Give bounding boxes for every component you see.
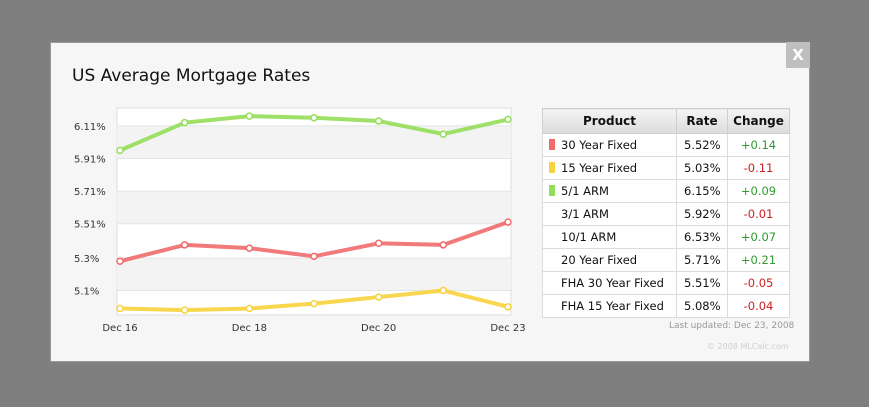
mortgage-rates-dialog: US Average Mortgage Rates 5.1% 5.3% 5.51% 5… [50,42,810,362]
header-rate: Rate [676,108,728,134]
x-tick-label: Dec 23 [490,323,525,334]
change-cell: +0.07 [727,225,790,249]
legend-swatch [549,162,555,173]
data-point [116,257,124,265]
legend-swatch [549,207,555,218]
change-cell: -0.05 [727,271,790,295]
y-tick-label: 5.1% [74,287,99,298]
change-cell: -0.01 [727,202,790,226]
product-cell: 20 Year Fixed [542,248,677,272]
data-point [310,299,318,308]
data-point [439,241,448,249]
data-point [504,303,512,311]
table-header-row: Product Rate Change [542,108,790,134]
data-point [374,239,383,248]
product-label: 30 Year Fixed [561,138,638,152]
data-point [310,114,318,122]
data-point [310,252,318,261]
rates-table: Product Rate Change 30 Year Fixed 5.52% +0… [542,108,790,318]
rate-cell: 5.08% [676,294,728,318]
product-cell: 3/1 ARM [542,202,677,226]
rates-chart-svg: 5.1% 5.3% 5.51% 5.71% 5.91% 6.11% Dec 16 Dec 18… [74,107,526,334]
table-row: 3/1 ARM 5.92% -0.01 [542,202,790,226]
rate-cell: 5.71% [676,248,728,272]
legend-swatch [549,139,555,150]
rate-cell: 6.53% [676,225,728,249]
product-label: FHA 30 Year Fixed [561,276,664,290]
product-cell: 15 Year Fixed [542,156,677,180]
data-point [245,112,254,120]
data-point [439,286,448,295]
x-tick-label: Dec 16 [102,323,137,334]
data-point [116,304,124,313]
data-point [374,117,383,125]
product-cell: 5/1 ARM [542,179,677,203]
data-point [374,293,383,301]
rate-cell: 5.03% [676,156,728,180]
legend-swatch [549,276,555,287]
table-row: 5/1 ARM 6.15% +0.09 [542,179,790,203]
product-cell: 10/1 ARM [542,225,677,249]
product-cell: FHA 15 Year Fixed [542,294,677,318]
table-row: FHA 15 Year Fixed 5.08% -0.04 [542,294,790,318]
change-cell: +0.14 [727,133,790,157]
grid-band [117,257,511,291]
product-cell: FHA 30 Year Fixed [542,271,677,295]
change-cell: -0.11 [727,156,790,180]
legend-swatch [549,185,555,196]
table-row: 30 Year Fixed 5.52% +0.14 [542,133,790,157]
table-row: 10/1 ARM 6.53% +0.07 [542,225,790,249]
grid-band [117,191,511,224]
header-product: Product [542,108,677,134]
y-tick-label: 5.51% [74,220,106,231]
data-point [245,244,254,252]
close-button[interactable]: X [786,42,810,68]
change-cell: +0.21 [727,248,790,272]
y-tick-label: 6.11% [74,122,106,133]
data-point [439,130,448,138]
product-label: FHA 15 Year Fixed [561,299,664,313]
table-row: 15 Year Fixed 5.03% -0.11 [542,156,790,180]
data-point [504,115,512,124]
data-point [116,146,124,155]
data-point [180,118,189,127]
copyright: © 2008 MLCalc.com [707,342,789,351]
change-cell: +0.09 [727,179,790,203]
product-label: 3/1 ARM [561,207,609,221]
x-tick-label: Dec 18 [232,323,267,334]
table-row: FHA 30 Year Fixed 5.51% -0.05 [542,271,790,295]
legend-swatch [549,253,555,264]
data-point [504,218,512,226]
x-tick-label: Dec 20 [361,323,396,334]
data-point [180,241,189,249]
header-change: Change [727,108,790,134]
product-label: 20 Year Fixed [561,253,638,267]
product-label: 5/1 ARM [561,184,609,198]
rate-cell: 5.51% [676,271,728,295]
product-label: 10/1 ARM [561,230,617,244]
y-tick-label: 5.71% [74,187,106,198]
legend-swatch [549,299,555,310]
y-tick-label: 5.3% [74,254,99,265]
legend-swatch [549,230,555,241]
product-label: 15 Year Fixed [561,161,638,175]
product-cell: 30 Year Fixed [542,133,677,157]
rate-cell: 5.92% [676,202,728,226]
rate-cell: 5.52% [676,133,728,157]
data-point [180,306,189,314]
table-row: 20 Year Fixed 5.71% +0.21 [542,248,790,272]
last-updated: Last updated: Dec 23, 2008 [669,321,795,331]
change-cell: -0.04 [727,294,790,318]
y-tick-label: 5.91% [74,155,106,166]
rate-cell: 6.15% [676,179,728,203]
data-point [245,304,254,313]
